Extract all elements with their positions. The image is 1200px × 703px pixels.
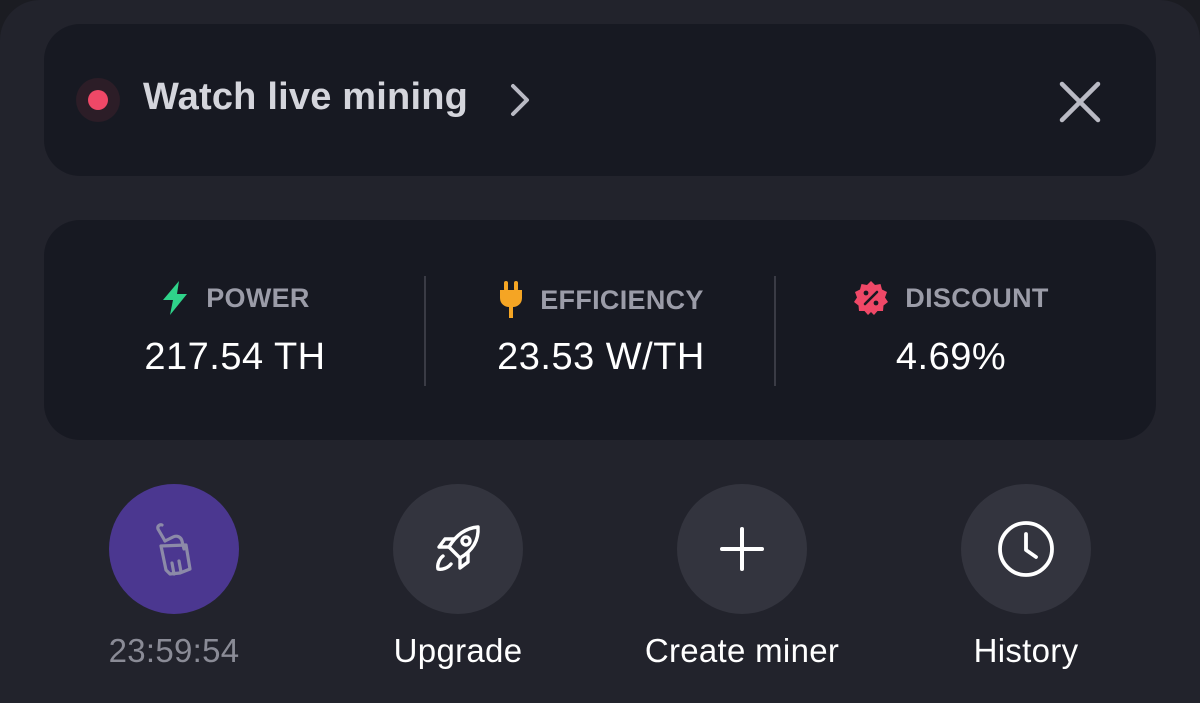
history-action[interactable]: History bbox=[916, 484, 1136, 684]
stats-card: POWER 217.54 TH EFFICIENCY 23.53 W/TH DI… bbox=[44, 220, 1156, 440]
plug-icon bbox=[500, 281, 523, 318]
efficiency-value: 23.53 W/TH bbox=[497, 336, 705, 378]
discount-value: 4.69% bbox=[895, 336, 1007, 378]
mining-panel: Watch live mining POWER 217.54 TH EFFICI… bbox=[0, 0, 1200, 703]
history-button[interactable] bbox=[961, 484, 1091, 614]
rocket-icon bbox=[436, 525, 480, 571]
discount-label: DISCOUNT bbox=[905, 282, 1049, 313]
upgrade-label: Upgrade bbox=[393, 632, 523, 669]
create-miner-action[interactable]: Create miner bbox=[632, 484, 852, 684]
broom-icon bbox=[156, 523, 192, 576]
watch-live-mining-label[interactable]: Watch live mining bbox=[143, 76, 468, 119]
upgrade-action[interactable]: Upgrade bbox=[348, 484, 568, 684]
create-miner-label: Create miner bbox=[644, 632, 840, 669]
clean-action[interactable]: 23:59:54 bbox=[64, 484, 284, 684]
plus-icon bbox=[720, 527, 764, 571]
timer-label: 23:59:54 bbox=[108, 632, 240, 669]
history-label: History bbox=[973, 632, 1079, 669]
clock-icon bbox=[998, 521, 1054, 577]
close-icon[interactable] bbox=[1052, 74, 1108, 130]
chevron-right-icon[interactable] bbox=[505, 82, 535, 118]
live-indicator bbox=[76, 78, 120, 122]
live-dot-icon bbox=[88, 90, 108, 110]
power-label: POWER bbox=[206, 282, 310, 313]
discount-badge-icon bbox=[854, 281, 889, 315]
lightning-icon bbox=[163, 281, 188, 315]
upgrade-button[interactable] bbox=[393, 484, 523, 614]
clean-button[interactable] bbox=[109, 484, 239, 614]
stat-efficiency: EFFICIENCY 23.53 W/TH bbox=[426, 220, 776, 440]
stat-power: POWER 217.54 TH bbox=[44, 220, 426, 440]
power-value: 217.54 TH bbox=[144, 336, 326, 378]
efficiency-label: EFFICIENCY bbox=[540, 284, 704, 315]
create-miner-button[interactable] bbox=[677, 484, 807, 614]
stat-discount: DISCOUNT 4.69% bbox=[776, 220, 1126, 440]
